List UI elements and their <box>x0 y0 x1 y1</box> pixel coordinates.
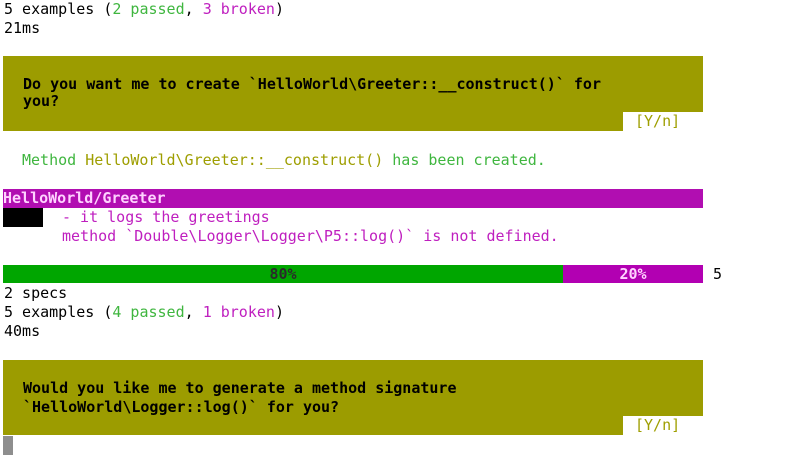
progress-broken-segment: 20% <box>563 265 703 283</box>
example-description: - it logs the greetings <box>62 208 270 226</box>
summary-separator: , <box>184 0 203 18</box>
prompt-question-line-2: you? <box>23 92 60 110</box>
prompt-question-line-2: `HelloWorld\Logger::log()` for you? <box>23 398 340 416</box>
passed-count: 2 passed <box>112 0 185 18</box>
run-time-2: 40ms <box>4 322 41 340</box>
created-suffix: has been created. <box>383 151 546 169</box>
method-created-message: Method HelloWorld\Greeter::__construct()… <box>22 151 546 170</box>
spec-title-bar: HelloWorld/Greeter <box>3 189 703 208</box>
progress-passed-segment: 80% <box>3 265 563 283</box>
prompt-question-line-1: Would you like me to generate a method s… <box>23 379 457 397</box>
progress-total: 5 <box>713 265 723 283</box>
examples-count-text: 5 examples ( <box>4 0 113 18</box>
generate-signature-prompt: Would you like me to generate a method s… <box>3 360 703 435</box>
broken-marker <box>3 208 43 227</box>
summary-separator: , <box>184 303 203 321</box>
yes-no-options[interactable]: [Y/n] <box>623 112 703 131</box>
summary-examples-line-1: 5 examples (2 passed, 3 broken) <box>4 0 284 19</box>
summary-close-paren: ) <box>274 303 284 321</box>
error-message: method `Double\Logger\Logger\P5::log()` … <box>62 227 559 245</box>
created-method-name: HelloWorld\Greeter::__construct() <box>85 151 384 169</box>
summary-close-paren: ) <box>274 0 284 18</box>
terminal-cursor[interactable] <box>3 436 13 455</box>
created-prefix: Method <box>22 151 86 169</box>
passed-count: 4 passed <box>112 303 185 321</box>
prompt-question-line-1: Do you want me to create `HelloWorld\Gre… <box>23 75 601 93</box>
run-time-1: 21ms <box>4 19 41 37</box>
progress-bar: 80% 20% <box>3 265 703 283</box>
create-constructor-prompt: Do you want me to create `HelloWorld\Gre… <box>3 56 703 131</box>
specs-count: 2 specs <box>4 284 68 302</box>
yes-no-options[interactable]: [Y/n] <box>623 416 703 435</box>
broken-count: 1 broken <box>202 303 275 321</box>
examples-count-text: 5 examples ( <box>4 303 113 321</box>
broken-count: 3 broken <box>202 0 275 18</box>
summary-examples-line-2: 5 examples (4 passed, 1 broken) <box>4 303 284 322</box>
